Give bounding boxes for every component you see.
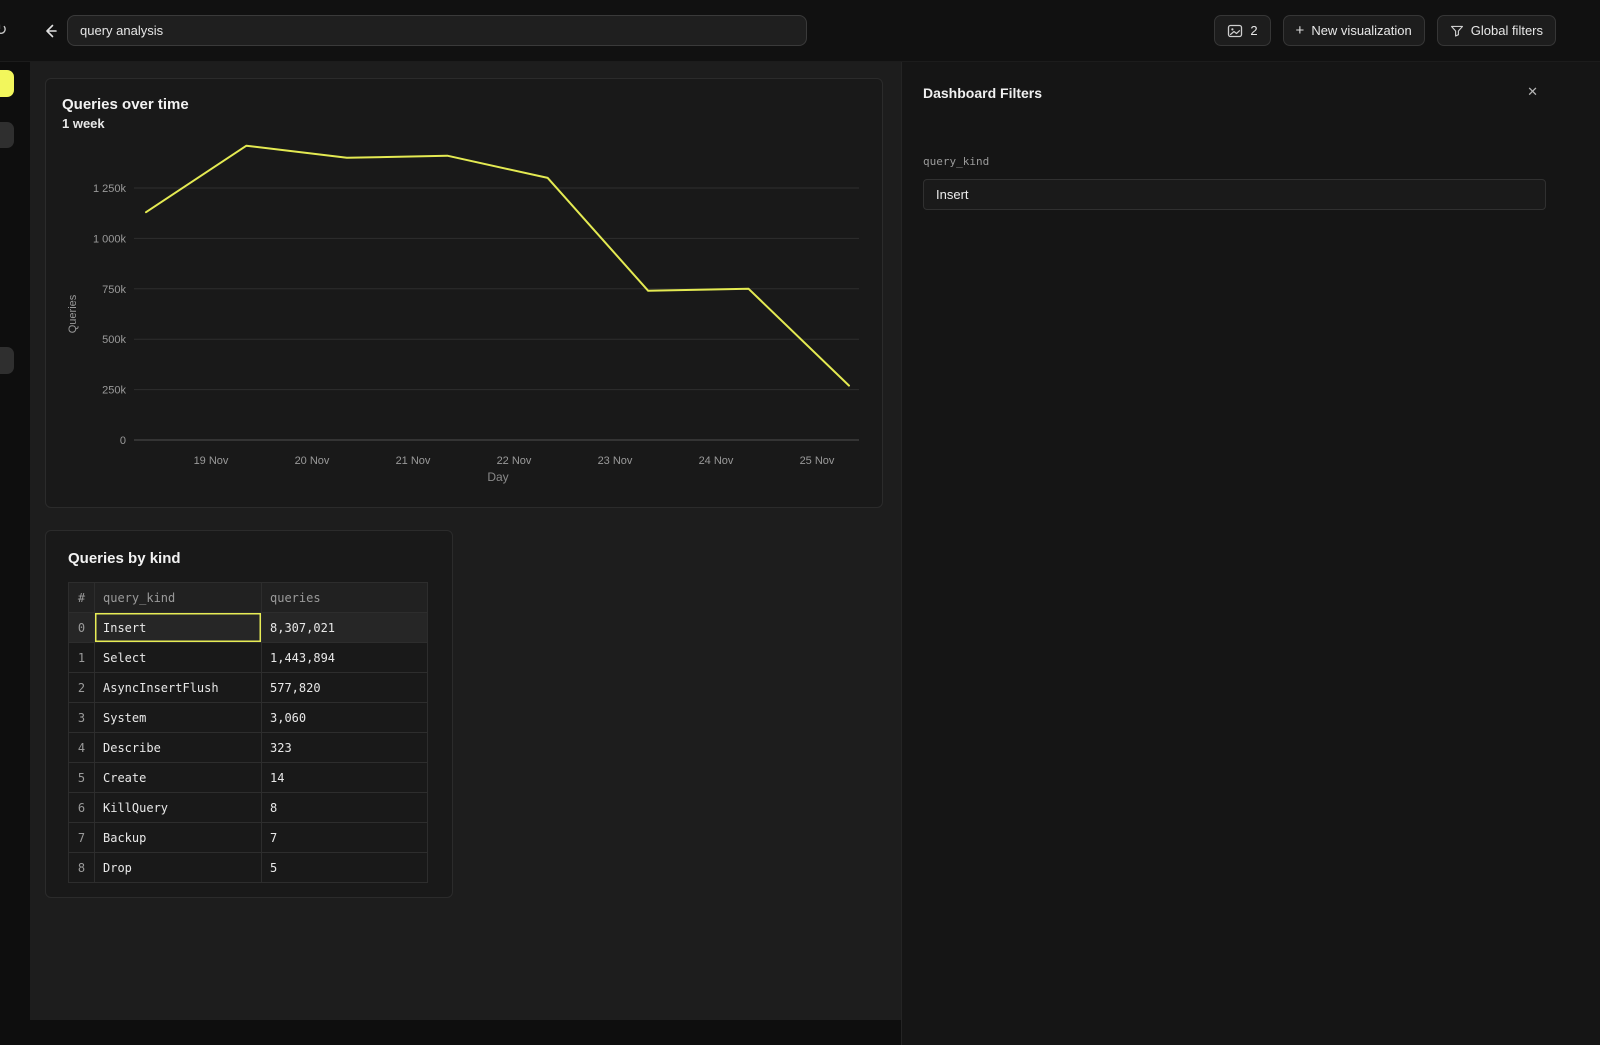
col-header-queries: queries bbox=[262, 583, 428, 613]
queries-cell[interactable]: 3,060 bbox=[262, 703, 428, 733]
close-icon: ✕ bbox=[1527, 84, 1538, 99]
arrow-left-icon bbox=[42, 23, 58, 39]
svg-text:1 250k: 1 250k bbox=[93, 183, 127, 195]
table-row: 8 Drop 5 bbox=[69, 853, 428, 883]
dashboard-filters-panel: Dashboard Filters ✕ query_kind Insert bbox=[901, 62, 1600, 1045]
sidebar-item-active[interactable] bbox=[0, 70, 14, 97]
filter-value: Insert bbox=[936, 187, 969, 202]
queries-cell[interactable]: 577,820 bbox=[262, 673, 428, 703]
queries-by-kind-card: Queries by kind # query_kind queries 0 I… bbox=[45, 530, 453, 898]
svg-text:250k: 250k bbox=[102, 385, 126, 397]
svg-text:25 Nov: 25 Nov bbox=[800, 455, 835, 467]
table-title: Queries by kind bbox=[68, 549, 430, 569]
close-button[interactable]: ✕ bbox=[1527, 84, 1538, 100]
queries-cell[interactable]: 8 bbox=[262, 793, 428, 823]
queries-cell[interactable]: 323 bbox=[262, 733, 428, 763]
row-index-cell[interactable]: 1 bbox=[69, 643, 95, 673]
query-kind-filter-input[interactable]: Insert bbox=[923, 179, 1546, 210]
new-visualization-button[interactable]: + New visualization bbox=[1283, 15, 1425, 46]
svg-text:1 000k: 1 000k bbox=[93, 233, 127, 245]
back-button[interactable] bbox=[38, 19, 62, 43]
svg-text:23 Nov: 23 Nov bbox=[598, 455, 633, 467]
row-index-cell[interactable]: 3 bbox=[69, 703, 95, 733]
queries-over-time-chart[interactable]: 0 250k 500k 750k 1 000k 1 250k 19 Nov 20 Nov 21 … bbox=[62, 133, 867, 493]
chart-title: Queries over time bbox=[62, 95, 866, 115]
col-header-index: # bbox=[69, 583, 95, 613]
table-body: 0 Insert 8,307,021 1 Select 1,443,894 2 … bbox=[69, 613, 428, 883]
queries-by-kind-table: # query_kind queries 0 Insert 8,307,021 … bbox=[68, 582, 428, 883]
svg-text:500k: 500k bbox=[102, 334, 126, 346]
row-index-cell[interactable]: 6 bbox=[69, 793, 95, 823]
queries-cell[interactable]: 14 bbox=[262, 763, 428, 793]
svg-text:Day: Day bbox=[487, 470, 508, 484]
query-kind-cell[interactable]: Drop bbox=[95, 853, 262, 883]
query-kind-cell[interactable]: Select bbox=[95, 643, 262, 673]
left-rail: ↻ bbox=[0, 0, 30, 1045]
queries-cell[interactable]: 5 bbox=[262, 853, 428, 883]
global-filters-button[interactable]: Global filters bbox=[1437, 15, 1556, 46]
sidebar-item[interactable] bbox=[0, 122, 14, 148]
panel-count: 2 bbox=[1250, 23, 1257, 38]
chart-subtitle: 1 week bbox=[62, 115, 866, 133]
dashboard-canvas: Queries over time 1 week 0 250k 500k 750k 1 … bbox=[30, 62, 901, 1020]
queries-cell[interactable]: 7 bbox=[262, 823, 428, 853]
query-kind-cell[interactable]: Describe bbox=[95, 733, 262, 763]
queries-cell[interactable]: 1,443,894 bbox=[262, 643, 428, 673]
svg-text:Queries: Queries bbox=[67, 294, 79, 333]
panel-count-button[interactable]: 2 bbox=[1214, 15, 1270, 46]
global-filters-label: Global filters bbox=[1471, 23, 1543, 38]
refresh-icon[interactable]: ↻ bbox=[0, 20, 7, 40]
svg-text:21 Nov: 21 Nov bbox=[396, 455, 431, 467]
query-kind-cell[interactable]: AsyncInsertFlush bbox=[95, 673, 262, 703]
table-row: 1 Select 1,443,894 bbox=[69, 643, 428, 673]
queries-over-time-card: Queries over time 1 week 0 250k 500k 750k 1 … bbox=[45, 78, 883, 508]
svg-text:0: 0 bbox=[120, 435, 126, 447]
query-kind-cell[interactable]: KillQuery bbox=[95, 793, 262, 823]
filters-panel-title: Dashboard Filters bbox=[923, 85, 1042, 101]
svg-text:24 Nov: 24 Nov bbox=[699, 455, 734, 467]
query-kind-cell[interactable]: System bbox=[95, 703, 262, 733]
new-visualization-label: New visualization bbox=[1311, 23, 1411, 38]
row-index-cell[interactable]: 8 bbox=[69, 853, 95, 883]
dashboard-title-input[interactable] bbox=[67, 15, 807, 46]
topbar: 2 + New visualization Global filters bbox=[0, 0, 1600, 62]
topbar-actions: 2 + New visualization Global filters bbox=[1214, 15, 1556, 46]
svg-text:22 Nov: 22 Nov bbox=[497, 455, 532, 467]
svg-text:20 Nov: 20 Nov bbox=[295, 455, 330, 467]
row-index-cell[interactable]: 7 bbox=[69, 823, 95, 853]
queries-cell[interactable]: 8,307,021 bbox=[262, 613, 428, 643]
col-header-query-kind: query_kind bbox=[95, 583, 262, 613]
table-row: 2 AsyncInsertFlush 577,820 bbox=[69, 673, 428, 703]
table-row: 3 System 3,060 bbox=[69, 703, 428, 733]
query-kind-cell[interactable]: Insert bbox=[95, 613, 262, 643]
funnel-icon bbox=[1450, 24, 1464, 38]
query-kind-cell[interactable]: Create bbox=[95, 763, 262, 793]
plus-icon: + bbox=[1296, 23, 1305, 38]
table-row: 4 Describe 323 bbox=[69, 733, 428, 763]
table-row: 5 Create 14 bbox=[69, 763, 428, 793]
row-index-cell[interactable]: 2 bbox=[69, 673, 95, 703]
svg-text:750k: 750k bbox=[102, 284, 126, 296]
table-row: 0 Insert 8,307,021 bbox=[69, 613, 428, 643]
sidebar-item[interactable] bbox=[0, 347, 14, 374]
row-index-cell[interactable]: 5 bbox=[69, 763, 95, 793]
table-header-row: # query_kind queries bbox=[69, 583, 428, 613]
row-index-cell[interactable]: 4 bbox=[69, 733, 95, 763]
svg-text:19 Nov: 19 Nov bbox=[194, 455, 229, 467]
table-row: 6 KillQuery 8 bbox=[69, 793, 428, 823]
row-index-cell[interactable]: 0 bbox=[69, 613, 95, 643]
filter-field-label: query_kind bbox=[923, 155, 989, 168]
query-kind-cell[interactable]: Backup bbox=[95, 823, 262, 853]
panels-icon bbox=[1227, 23, 1243, 39]
table-row: 7 Backup 7 bbox=[69, 823, 428, 853]
